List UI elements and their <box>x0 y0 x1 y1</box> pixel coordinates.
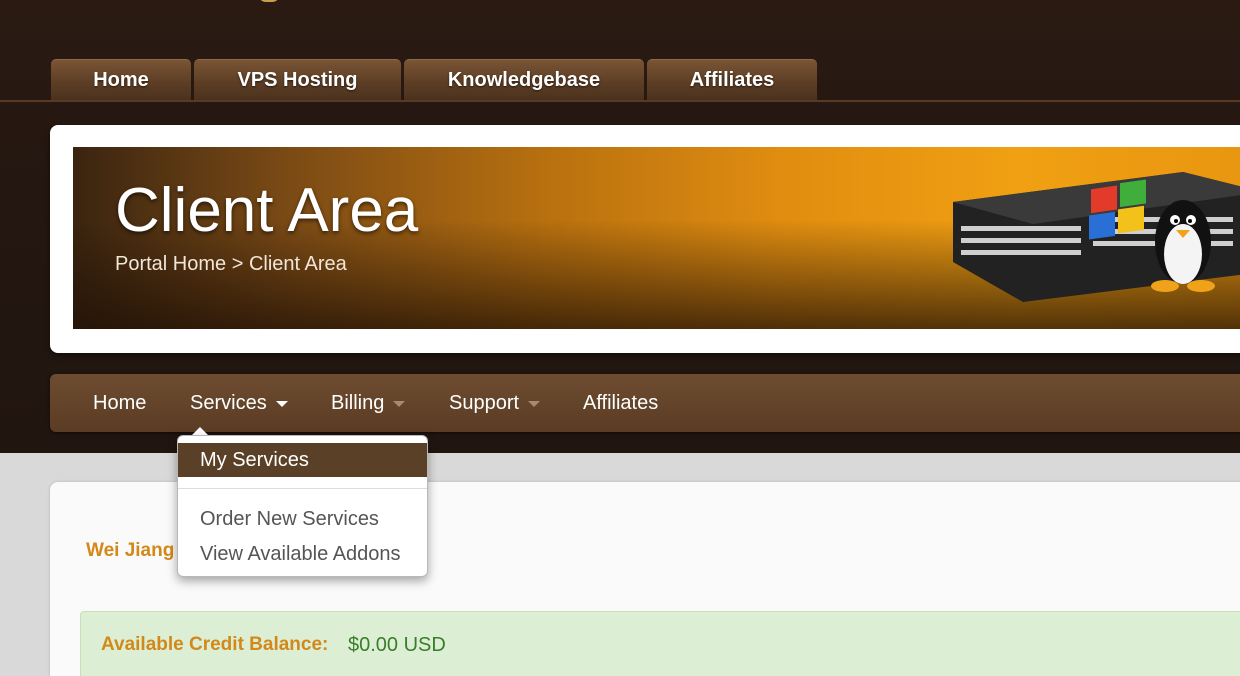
chevron-down-icon <box>528 401 541 407</box>
nav-home-label: Home <box>93 391 147 414</box>
breadcrumb-separator: > <box>231 253 249 275</box>
menu-item-my-services-label: My Services <box>200 448 309 471</box>
nav-home[interactable]: Home <box>93 374 146 432</box>
main-navigation: Home Services Billing Support Affiliates <box>50 374 1240 432</box>
top-tab-home-label: Home <box>93 69 149 91</box>
top-tab-vps-hosting-label: VPS Hosting <box>237 69 358 91</box>
breadcrumb: Portal Home > Client Area <box>115 253 347 276</box>
nav-affiliates-label: Affiliates <box>583 391 659 414</box>
page-title: Client Area <box>115 176 419 245</box>
menu-item-my-services[interactable]: My Services <box>178 443 427 477</box>
top-tab-affiliates[interactable]: Affiliates <box>647 59 817 101</box>
credit-balance-value: $0.00 USD <box>348 634 446 656</box>
page-banner: Client Area Portal Home > Client Area <box>73 147 1240 329</box>
nav-support-label: Support <box>449 391 520 414</box>
nav-billing[interactable]: Billing <box>331 374 406 432</box>
menu-item-order-new-services[interactable]: Order New Services <box>178 502 427 536</box>
credit-balance-label: Available Credit Balance: <box>101 634 329 655</box>
top-tab-affiliates-label: Affiliates <box>689 69 775 91</box>
nav-services-label: Services <box>190 391 267 414</box>
top-tab-knowledgebase[interactable]: Knowledgebase <box>404 59 644 101</box>
top-tab-knowledgebase-label: Knowledgebase <box>447 69 601 91</box>
breadcrumb-current: Client Area <box>248 253 347 275</box>
menu-divider <box>178 488 427 489</box>
menu-item-view-available-addons[interactable]: View Available Addons <box>178 537 427 571</box>
nav-support[interactable]: Support <box>449 374 541 432</box>
menu-item-order-new-services-label: Order New Services <box>200 507 379 530</box>
top-tab-home[interactable]: Home <box>51 59 191 101</box>
nav-billing-label: Billing <box>331 391 385 414</box>
nav-affiliates[interactable]: Affiliates <box>583 374 658 432</box>
menu-item-view-available-addons-label: View Available Addons <box>200 542 401 565</box>
credit-balance-alert: Available Credit Balance: $0.00 USD <box>80 611 1240 676</box>
header-divider <box>0 100 1240 102</box>
chevron-down-icon <box>275 401 288 407</box>
server-illustration <box>953 172 1240 302</box>
nav-services[interactable]: Services <box>190 374 288 432</box>
user-name: Wei Jiang <box>86 540 175 561</box>
top-tab-vps-hosting[interactable]: VPS Hosting <box>194 59 401 101</box>
services-dropdown-menu: My Services Order New Services View Avai… <box>177 435 428 577</box>
breadcrumb-home-link[interactable]: Portal Home <box>115 253 226 275</box>
chevron-down-icon <box>393 401 406 407</box>
